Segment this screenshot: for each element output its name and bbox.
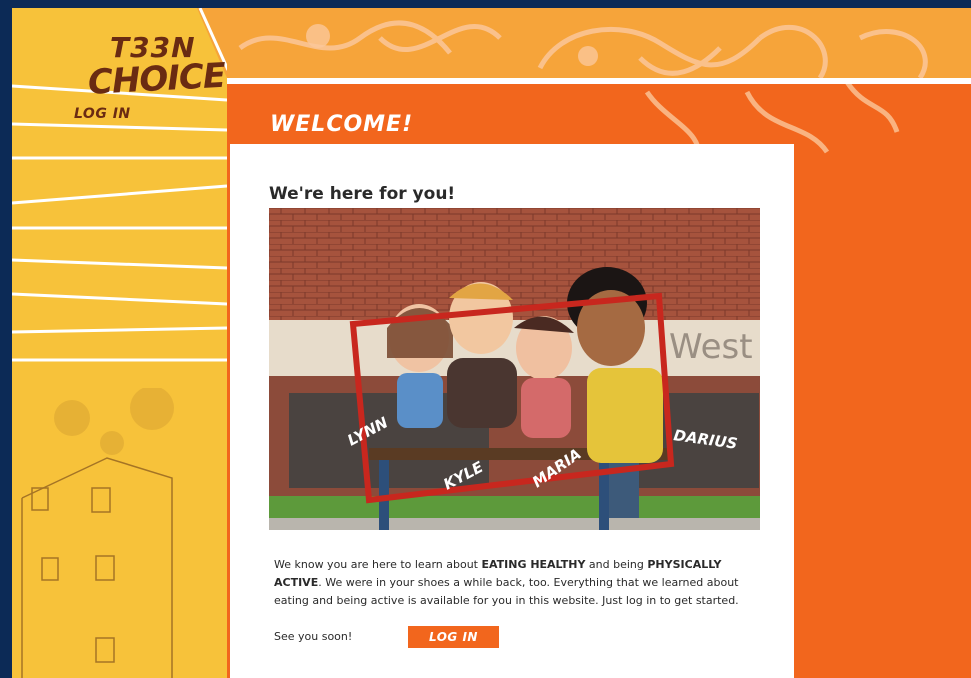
intro-emphasis-1: EATING HEALTHY [481,558,586,571]
swirl-ornament [238,20,928,80]
divider-line [227,78,971,84]
intro-text-1: We know you are here to learn about [274,558,482,571]
page-heading: We're here for you! [269,184,456,204]
brand-logo[interactable]: T33N CHOICE [87,34,238,103]
welcome-title: WELCOME! [270,112,414,137]
intro-text-3: . We were in your shoes a while back, to… [274,576,739,607]
sidebar-login-link[interactable]: LOG IN [74,106,131,122]
hero-illustration: West LYNN KYLE MARIA DARIUS [269,208,760,530]
page-frame: T33N CHOICE LOG IN WELCOME! We're here f… [12,8,971,678]
intro-paragraph: We know you are here to learn about EATI… [274,556,766,610]
logo-line2: CHOICE [87,55,227,103]
left-panel: T33N CHOICE LOG IN [12,8,227,678]
content-card: We're here for you! West LYNN KYLE MARIA… [230,144,794,678]
building-sketch [21,388,174,678]
login-button[interactable]: LOG IN [408,626,499,648]
hero-sign-text: West [669,327,753,367]
signoff-text: See you soon! [274,630,353,643]
hero-image: West LYNN KYLE MARIA DARIUS [269,208,760,530]
intro-text-2: and being [585,558,648,571]
top-decor-band [200,8,971,84]
